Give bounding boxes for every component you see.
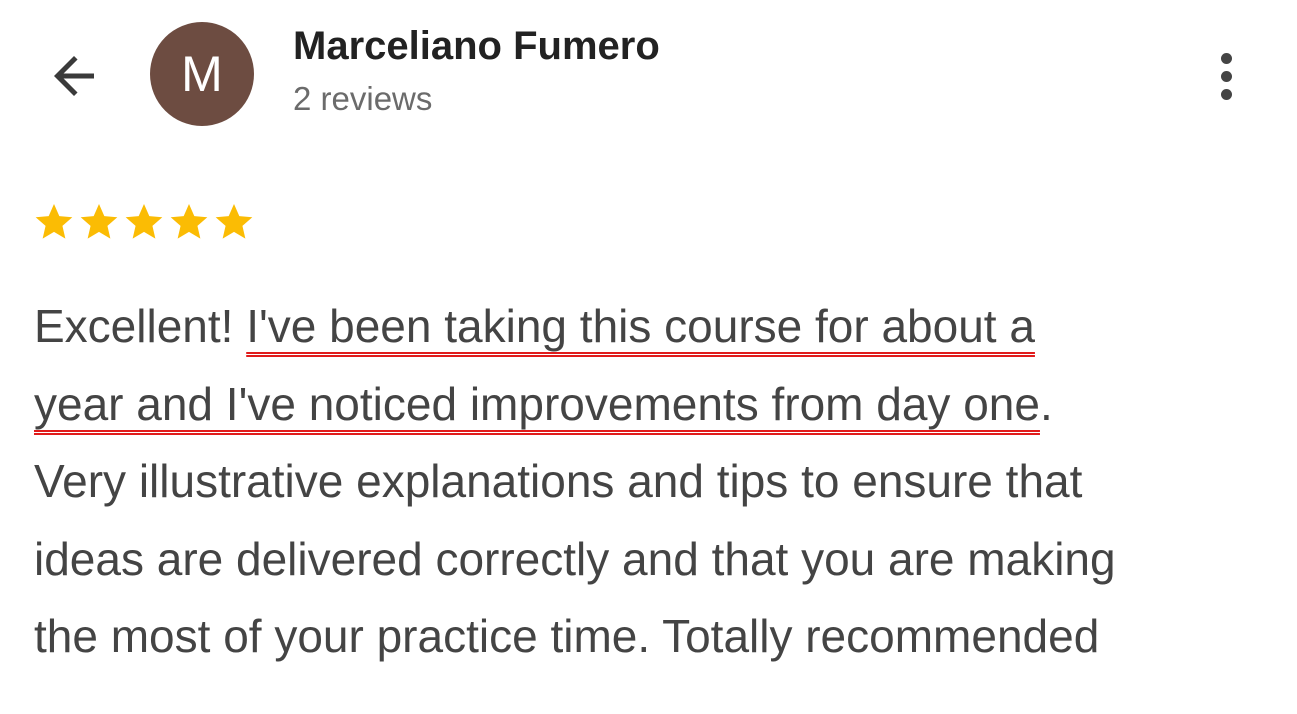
text-segment: ideas are delivered correctly and that y… [34, 532, 1116, 585]
review-text-line: Excellent! I've been taking this course … [34, 288, 1284, 366]
text-segment: the most of your practice time. Totally … [34, 610, 1100, 662]
star-icon [35, 204, 73, 239]
more-options-button[interactable] [1198, 40, 1254, 112]
star-icon [215, 204, 253, 239]
underlined-text-segment: year and I've noticed improvements from … [34, 377, 1040, 430]
review-count: 2 reviews [293, 80, 433, 117]
review-text-line: Very illustrative explanations and tips … [34, 443, 1284, 521]
text-segment: . [1039, 377, 1053, 430]
text-segment: Excellent! [34, 300, 247, 352]
more-vertical-icon-dot [1220, 88, 1232, 100]
review-text: Excellent! I've been taking this course … [34, 288, 1284, 676]
review-text-line: ideas are delivered correctly and that y… [34, 521, 1284, 599]
star-icon [125, 204, 163, 239]
more-vertical-icon [1220, 52, 1232, 64]
user-name[interactable]: Marceliano Fumero [293, 24, 660, 69]
review-text-line: year and I've noticed improvements from … [34, 366, 1284, 444]
star-icon [80, 204, 118, 239]
arrow-left-icon [54, 56, 94, 96]
star-rating [32, 200, 256, 244]
avatar-letter: M [181, 46, 223, 102]
star-icon [170, 204, 208, 239]
underlined-text-segment: I've been taking this course for about a [246, 300, 1035, 352]
more-vertical-icon-dot [1220, 70, 1232, 82]
back-button[interactable] [40, 42, 108, 110]
avatar[interactable]: M [150, 22, 254, 126]
text-segment: Very illustrative explanations and tips … [34, 455, 1083, 507]
review-text-line: the most of your practice time. Totally … [34, 598, 1284, 676]
review-header: M Marceliano Fumero 2 reviews [0, 0, 1297, 150]
